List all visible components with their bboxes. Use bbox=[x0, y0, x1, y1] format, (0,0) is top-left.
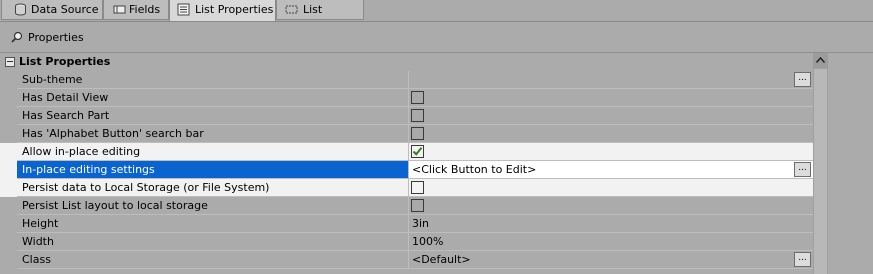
property-row-persist-list-layout[interactable]: Persist List layout to local storage bbox=[0, 197, 814, 215]
tab-label: Fields bbox=[129, 3, 161, 16]
property-value[interactable]: <Click Button to Edit> ... bbox=[408, 161, 814, 179]
checkbox[interactable] bbox=[411, 91, 424, 104]
property-row-has-detail-view[interactable]: Has Detail View bbox=[0, 89, 814, 107]
property-value[interactable]: 100% bbox=[408, 233, 814, 251]
property-name-text: Class bbox=[22, 253, 51, 266]
property-value bbox=[408, 89, 814, 107]
property-name-text: Height bbox=[22, 217, 59, 230]
list-properties-icon bbox=[177, 3, 190, 16]
property-value-text: 3in bbox=[412, 217, 430, 230]
property-name: Width bbox=[17, 233, 408, 251]
collapse-toggle-icon[interactable] bbox=[5, 57, 15, 67]
property-name: In-place editing settings bbox=[17, 161, 408, 179]
checkbox[interactable] bbox=[411, 109, 424, 122]
properties-title: Properties bbox=[28, 31, 84, 44]
tab-data-source[interactable]: Data Source bbox=[1, 0, 103, 20]
property-row-class[interactable]: Class <Default> ... bbox=[0, 251, 814, 269]
property-name: Sub-theme bbox=[17, 71, 408, 89]
ellipsis-button[interactable]: ... bbox=[794, 252, 811, 267]
property-name-text: Persist List layout to local storage bbox=[22, 199, 208, 212]
row-gutter bbox=[0, 197, 17, 215]
property-value-text: <Default> bbox=[412, 253, 471, 266]
vertical-scrollbar[interactable] bbox=[813, 53, 828, 274]
tab-list-properties[interactable]: List Properties bbox=[169, 0, 276, 22]
property-value-text: <Click Button to Edit> bbox=[412, 163, 537, 176]
property-name-text: Sub-theme bbox=[22, 73, 83, 86]
tab-label: List Properties bbox=[195, 3, 274, 16]
row-gutter bbox=[0, 215, 17, 233]
property-name-text: Persist data to Local Storage (or File S… bbox=[22, 181, 270, 194]
property-name-text: In-place editing settings bbox=[22, 163, 155, 176]
property-value[interactable]: ... bbox=[408, 71, 814, 89]
property-value bbox=[408, 107, 814, 125]
checkmark-icon bbox=[412, 147, 423, 156]
checkbox[interactable] bbox=[411, 181, 424, 194]
group-label: List Properties bbox=[19, 55, 111, 68]
property-row-persist-data-local-storage[interactable]: Persist data to Local Storage (or File S… bbox=[0, 179, 814, 197]
properties-header: Properties bbox=[0, 22, 873, 53]
property-name-text: Width bbox=[22, 235, 54, 248]
checkbox[interactable] bbox=[411, 199, 424, 212]
tab-fields[interactable]: Fields bbox=[103, 0, 169, 20]
property-row-sub-theme[interactable]: Sub-theme ... bbox=[0, 71, 814, 89]
tab-list-layout[interactable]: List Layout bbox=[276, 0, 364, 36]
chevron-up-icon bbox=[816, 57, 825, 63]
property-grid: List Properties Sub-theme ... Has Detail… bbox=[0, 53, 814, 274]
property-value bbox=[408, 125, 814, 143]
row-gutter bbox=[0, 179, 17, 197]
checkbox-checked[interactable] bbox=[411, 145, 424, 158]
property-name-text: Allow in-place editing bbox=[22, 145, 141, 158]
list-layout-icon bbox=[285, 5, 298, 14]
property-row-height[interactable]: Height 3in bbox=[0, 215, 814, 233]
fields-icon bbox=[113, 5, 126, 14]
database-icon bbox=[15, 3, 26, 16]
group-header-list-properties[interactable]: List Properties bbox=[0, 53, 813, 71]
ellipsis-button[interactable]: ... bbox=[794, 162, 811, 177]
property-name: Class bbox=[17, 251, 408, 269]
property-name: Has Search Part bbox=[17, 107, 408, 125]
right-panel bbox=[828, 53, 873, 274]
property-value[interactable]: <Default> ... bbox=[408, 251, 814, 269]
property-name-text: Has Search Part bbox=[22, 109, 110, 122]
row-gutter bbox=[0, 125, 17, 143]
property-name: Has 'Alphabet Button' search bar bbox=[17, 125, 408, 143]
property-value bbox=[408, 179, 814, 197]
property-row-alphabet-search-bar[interactable]: Has 'Alphabet Button' search bar bbox=[0, 125, 814, 143]
property-name-text: Has Detail View bbox=[22, 91, 109, 104]
property-name: Persist data to Local Storage (or File S… bbox=[17, 179, 408, 197]
property-row-has-search-part[interactable]: Has Search Part bbox=[0, 107, 814, 125]
scroll-thumb[interactable] bbox=[814, 69, 827, 274]
row-gutter bbox=[0, 107, 17, 125]
property-name-text: Has 'Alphabet Button' search bar bbox=[22, 127, 204, 140]
row-gutter bbox=[0, 251, 17, 269]
property-value bbox=[408, 197, 814, 215]
row-gutter bbox=[0, 143, 17, 161]
property-value-text: 100% bbox=[412, 235, 444, 248]
ellipsis-button[interactable]: ... bbox=[794, 72, 811, 87]
magnifier-icon bbox=[11, 31, 23, 43]
property-row-in-place-editing-settings[interactable]: In-place editing settings <Click Button … bbox=[0, 161, 814, 179]
tab-label: Data Source bbox=[31, 3, 99, 16]
property-name: Allow in-place editing bbox=[17, 143, 408, 161]
scroll-up-button[interactable] bbox=[813, 53, 828, 68]
row-gutter bbox=[0, 89, 17, 107]
property-row-allow-in-place-editing[interactable]: Allow in-place editing bbox=[0, 143, 814, 161]
property-name: Has Detail View bbox=[17, 89, 408, 107]
row-gutter bbox=[0, 233, 17, 251]
property-row-width[interactable]: Width 100% bbox=[0, 233, 814, 251]
property-name: Height bbox=[17, 215, 408, 233]
property-name: Persist List layout to local storage bbox=[17, 197, 408, 215]
tab-strip: Data Source Fields List Properties List … bbox=[0, 0, 873, 36]
property-value bbox=[408, 143, 814, 161]
row-gutter bbox=[0, 71, 17, 89]
checkbox[interactable] bbox=[411, 127, 424, 140]
property-value[interactable]: 3in bbox=[408, 215, 814, 233]
row-gutter bbox=[0, 161, 17, 179]
